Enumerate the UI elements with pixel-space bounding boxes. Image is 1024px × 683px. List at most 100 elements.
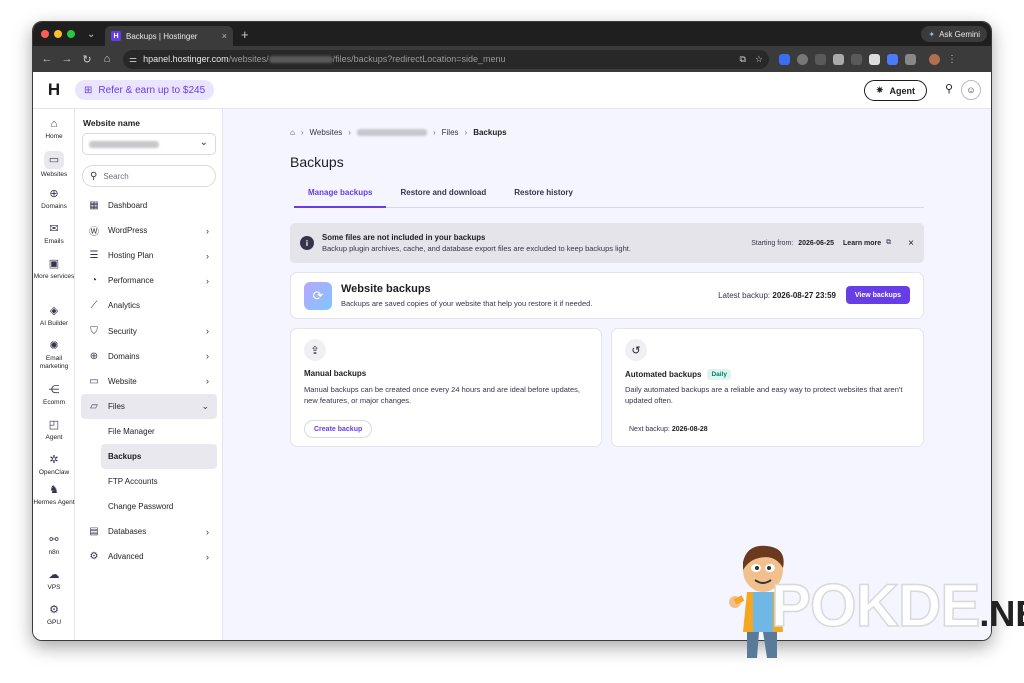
sidebar-item-website[interactable]: ▭ Website › xyxy=(81,369,217,394)
website-backups-title: Website backups xyxy=(341,283,431,295)
hermes-icon: ♞ xyxy=(49,484,59,496)
rail-item-label: Home xyxy=(45,133,63,140)
sidebar-item-files[interactable]: ▱ Files ⌄ xyxy=(81,393,217,419)
rail-item-label: OpenClaw xyxy=(38,469,70,476)
sidebar-item-dashboard[interactable]: ▦ Dashboard xyxy=(81,193,217,218)
tab-manage-backups[interactable]: Manage backups xyxy=(294,182,387,208)
rail-item-domains[interactable]: ⊕ Domains xyxy=(33,187,75,211)
account-avatar-button[interactable]: ☺ xyxy=(961,80,981,100)
sidebar-item-advanced[interactable]: ⚙ Advanced › xyxy=(81,544,217,569)
sidebar-item-wordpress[interactable]: Ⓦ WordPress › xyxy=(81,218,217,243)
rail-item-home[interactable]: ⌂ Home xyxy=(33,117,75,141)
sidebar-subitem-file-manager[interactable]: File Manager xyxy=(101,419,217,444)
extension-icon[interactable] xyxy=(797,53,808,65)
rail-item-websites[interactable]: ▭ Websites xyxy=(33,151,75,179)
tab-title: Backups | Hostinger xyxy=(126,31,198,41)
ask-gemini-label: Ask Gemini xyxy=(939,29,980,39)
site-info-icon[interactable]: ⚌ xyxy=(129,54,137,65)
history-icon: ↺ xyxy=(625,339,647,361)
automated-backups-card: ↺ Automated backups Daily Daily automate… xyxy=(611,328,924,447)
home-icon[interactable]: ⌂ xyxy=(290,128,295,137)
rail-item-vps[interactable]: ☁ VPS xyxy=(33,568,75,592)
rail-item-ecomm[interactable]: ⋲ Ecomm xyxy=(33,383,75,407)
create-backup-button[interactable]: Create backup xyxy=(304,420,373,438)
agent-button[interactable]: ✷ Agent xyxy=(863,80,927,101)
sidebar-item-hosting-plan[interactable]: ☰ Hosting Plan › xyxy=(81,243,217,268)
rail-item-label: Hermes Agent xyxy=(33,499,75,506)
close-window-button[interactable] xyxy=(41,30,49,38)
rail-item-ai-builder[interactable]: ◈ AI Builder xyxy=(33,304,75,328)
external-link-icon[interactable]: ⧉ xyxy=(886,239,891,247)
website-name-label: Website name xyxy=(83,118,141,128)
cast-icon[interactable]: ⧉ xyxy=(739,54,745,65)
rail-item-openclaw[interactable]: ✲ OpenClaw xyxy=(33,453,75,477)
view-backups-button[interactable]: View backups xyxy=(845,286,910,304)
home-browser-icon[interactable]: ⌂ xyxy=(97,53,117,65)
sidebar-item-label: Databases xyxy=(108,527,147,537)
search-icon: ⚲ xyxy=(90,170,98,182)
extension-icon[interactable] xyxy=(779,53,790,65)
hostinger-logo[interactable]: H xyxy=(33,80,75,100)
sidebar-subitem-backups[interactable]: Backups xyxy=(101,443,217,470)
rail-item-n8n[interactable]: ⚯ n8n xyxy=(33,533,75,557)
tab-close-icon[interactable]: × xyxy=(222,31,227,41)
gemini-icon: ✦ xyxy=(928,29,936,39)
browser-window: ⌄ H Backups | Hostinger × + ✦ Ask Gemini… xyxy=(32,21,992,641)
sidebar-subitem-ftp-accounts[interactable]: FTP Accounts xyxy=(101,469,217,494)
tab-search-icon[interactable]: ⌄ xyxy=(87,29,99,40)
sidebar-item-security[interactable]: ⛉ Security › xyxy=(81,318,217,343)
minimize-window-button[interactable] xyxy=(54,30,62,38)
search-icon[interactable]: ⚲ xyxy=(945,82,953,95)
sidebar-item-domains[interactable]: ⊕ Domains › xyxy=(81,344,217,369)
sidebar-search-input[interactable]: ⚲ Search xyxy=(82,165,216,187)
breadcrumb-blurred-domain[interactable] xyxy=(356,129,427,136)
breadcrumb-files[interactable]: Files xyxy=(442,128,459,137)
tab-restore-history[interactable]: Restore history xyxy=(500,182,587,208)
extension-icon[interactable] xyxy=(887,53,898,65)
rail-item-more-services[interactable]: ▣ More services xyxy=(33,257,75,281)
databases-icon: ▤ xyxy=(89,526,99,538)
sidebar-item-performance[interactable]: ◔ Performance › xyxy=(81,268,217,293)
website-selector[interactable]: ⌄ xyxy=(82,133,216,155)
ask-gemini-button[interactable]: ✦ Ask Gemini xyxy=(921,26,987,42)
refer-earn-button[interactable]: ⊞ Refer & earn up to $245 xyxy=(75,80,215,100)
rail-item-email-marketing[interactable]: ✺ Email marketing xyxy=(33,339,75,371)
forward-icon[interactable]: → xyxy=(57,53,77,65)
back-icon[interactable]: ← xyxy=(37,53,57,65)
extension-icon[interactable] xyxy=(833,53,844,65)
sidebar-item-analytics[interactable]: ⟋ Analytics xyxy=(81,293,217,318)
rail-item-emails[interactable]: ✉ Emails xyxy=(33,222,75,246)
agent-button-label: Agent xyxy=(889,85,916,96)
close-icon[interactable]: × xyxy=(908,238,914,249)
address-bar[interactable]: ⚌ hpanel.hostinger.com/websites//files/b… xyxy=(123,49,769,69)
breadcrumb-websites[interactable]: Websites xyxy=(310,128,343,137)
chevron-down-icon: ⌄ xyxy=(201,400,209,411)
sidebar-subitem-change-password[interactable]: Change Password xyxy=(101,494,217,519)
tab-restore-and-download[interactable]: Restore and download xyxy=(386,182,500,208)
extension-icon[interactable] xyxy=(869,53,880,65)
sidebar-item-databases[interactable]: ▤ Databases › xyxy=(81,519,217,544)
new-tab-button[interactable]: + xyxy=(241,27,249,42)
window-controls xyxy=(41,30,75,38)
extension-icon[interactable] xyxy=(815,53,826,65)
extensions-puzzle-icon[interactable] xyxy=(905,53,916,65)
bookmark-star-icon[interactable]: ☆ xyxy=(755,54,763,65)
rail-item-agent[interactable]: ◰ Agent xyxy=(33,418,75,442)
profile-avatar[interactable] xyxy=(929,53,940,65)
rail-item-gpu[interactable]: ⚙ GPU xyxy=(33,603,75,627)
share-icon: ⋲ xyxy=(48,384,60,396)
extension-icon[interactable] xyxy=(851,53,862,65)
email-marketing-icon: ✺ xyxy=(49,340,59,352)
maximize-window-button[interactable] xyxy=(67,30,75,38)
learn-more-link[interactable]: Learn more xyxy=(843,240,881,247)
browser-tab[interactable]: H Backups | Hostinger × xyxy=(105,26,233,46)
page-title: Backups xyxy=(290,154,344,170)
rail-item-hermes-agent[interactable]: ♞ Hermes Agent xyxy=(33,483,75,507)
website-backups-subtitle: Backups are saved copies of your website… xyxy=(341,299,593,308)
latest-backup: Latest backup: 2026-08-27 23:59 xyxy=(718,291,836,300)
user-icon: ☺ xyxy=(966,85,976,95)
gpu-icon: ⚙ xyxy=(49,604,59,616)
reload-icon[interactable]: ↻ xyxy=(77,53,97,66)
chevron-right-icon: › xyxy=(206,250,209,261)
browser-menu-icon[interactable]: ⋮ xyxy=(947,54,957,65)
